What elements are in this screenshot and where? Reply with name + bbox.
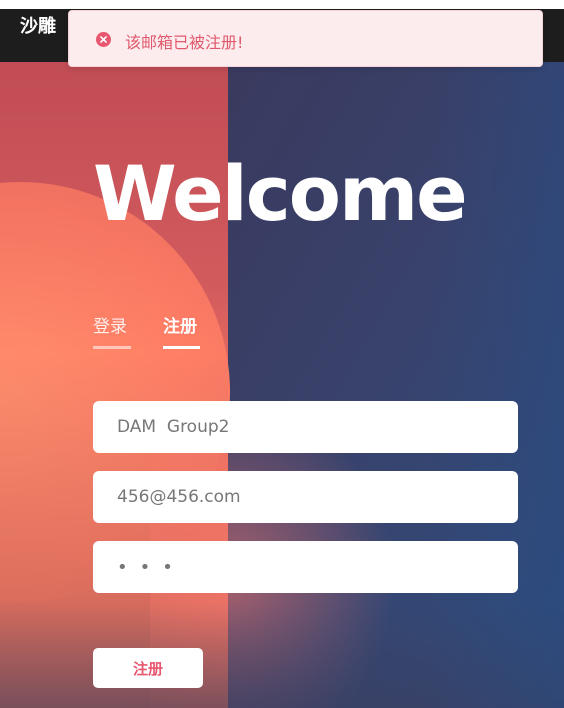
tab-register[interactable]: 注册 xyxy=(163,312,200,349)
error-toast: 该邮箱已被注册! xyxy=(68,10,543,67)
tab-register-underline xyxy=(163,346,200,349)
welcome-heading: Welcome xyxy=(93,149,468,238)
password-input[interactable] xyxy=(93,541,518,593)
tab-login[interactable]: 登录 xyxy=(93,312,131,349)
username-field-container xyxy=(93,401,518,453)
tab-login-label: 登录 xyxy=(93,317,127,337)
email-input[interactable] xyxy=(93,471,518,523)
password-field-container xyxy=(93,541,518,593)
tab-login-underline xyxy=(93,346,131,349)
brand-logo-text[interactable]: 沙雕 xyxy=(20,12,56,38)
toast-message: 该邮箱已被注册! xyxy=(125,33,244,52)
tab-register-label: 注册 xyxy=(163,317,197,337)
register-button[interactable]: 注册 xyxy=(93,648,203,688)
username-input[interactable] xyxy=(93,401,518,453)
error-circle-icon[interactable] xyxy=(96,32,111,47)
email-field-container xyxy=(93,471,518,523)
